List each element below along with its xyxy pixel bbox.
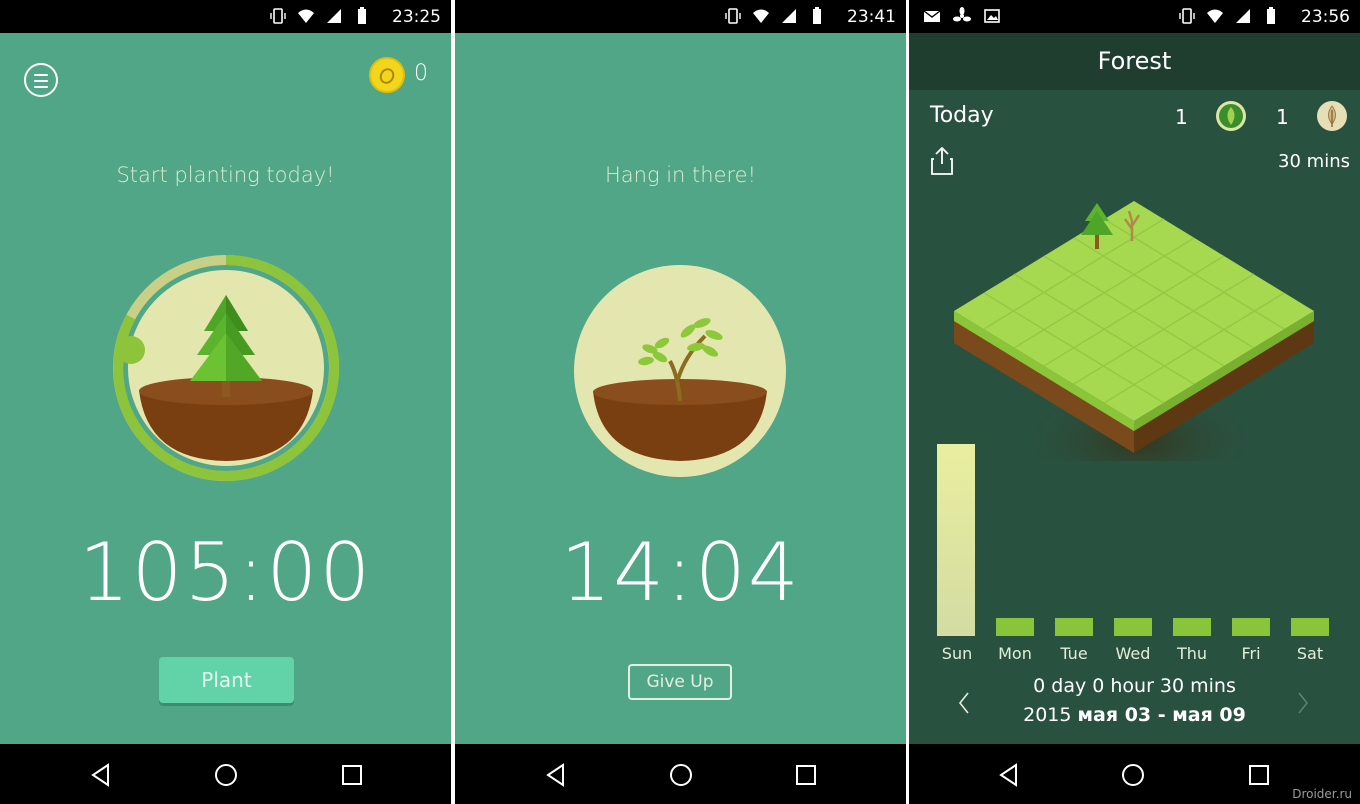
tree-timer-dial[interactable] xyxy=(100,243,350,493)
signal-icon xyxy=(1236,9,1250,23)
forest-island xyxy=(954,201,1314,461)
watermark: Droider.ru xyxy=(1292,787,1352,801)
bar-wed xyxy=(1114,618,1152,636)
wifi-icon xyxy=(298,9,314,23)
wifi-icon xyxy=(1207,9,1223,23)
bar-sun xyxy=(937,444,975,636)
recents-icon[interactable] xyxy=(1246,762,1272,788)
bar-thu xyxy=(1173,618,1211,636)
give-up-button[interactable]: Give Up xyxy=(628,664,732,700)
withered-count: 1 xyxy=(1276,105,1289,129)
headline: Start planting today! xyxy=(116,163,335,187)
back-icon[interactable] xyxy=(88,762,114,788)
signal-icon xyxy=(782,9,796,23)
battery-icon xyxy=(1267,7,1275,24)
status-time: 23:56 xyxy=(1301,7,1350,27)
home-icon[interactable] xyxy=(668,762,694,788)
forest-content: Forest Today 1 1 30 mins Sun Mon Tue Wed… xyxy=(909,33,1360,744)
signal-icon xyxy=(327,9,341,23)
battery-icon xyxy=(813,7,821,24)
back-icon[interactable] xyxy=(996,762,1022,788)
status-icons xyxy=(724,7,826,25)
growing-content: Hang in there! 14:04 Give Up xyxy=(455,33,906,744)
growing-screen: 23:41 Hang in there! 14:04 Give Up xyxy=(455,0,906,804)
mail-icon xyxy=(923,10,941,22)
day-label-sat: Sat xyxy=(1296,644,1324,663)
vibrate-icon xyxy=(1179,8,1195,24)
status-bar: 23:41 xyxy=(455,0,906,33)
day-label-sun: Sun xyxy=(941,644,973,663)
day-label-tue: Tue xyxy=(1060,644,1088,663)
wifi-icon xyxy=(753,9,769,23)
image-icon xyxy=(984,9,1000,23)
day-label-fri: Fri xyxy=(1241,644,1261,663)
summary-dates: мая 03 - мая 09 xyxy=(1077,704,1246,726)
share-icon[interactable] xyxy=(930,146,954,176)
day-label-mon: Mon xyxy=(998,644,1032,663)
timer-display: 14:04 xyxy=(560,526,801,619)
status-time: 23:25 xyxy=(392,7,441,27)
nav-bar xyxy=(0,744,451,804)
notification-icons xyxy=(923,7,1001,25)
home-icon[interactable] xyxy=(1120,762,1146,788)
healthy-tree-icon xyxy=(1216,101,1246,131)
bar-tue xyxy=(1055,618,1093,636)
plant-screen: 23:25 0 Start planting today! 105:00 Pla… xyxy=(0,0,451,804)
vibrate-icon xyxy=(270,8,286,24)
day-label-wed: Wed xyxy=(1115,644,1151,663)
timer-display: 105:00 xyxy=(78,526,373,619)
fan-icon xyxy=(953,7,971,22)
sapling-illustration xyxy=(574,265,786,477)
forest-title: Forest xyxy=(909,33,1360,90)
status-time: 23:41 xyxy=(847,7,896,27)
focus-duration: 30 mins xyxy=(1278,151,1350,172)
healthy-count: 1 xyxy=(1175,105,1188,129)
bar-mon xyxy=(996,618,1034,636)
withered-tree-icon xyxy=(1317,101,1347,131)
status-bar: 23:56 xyxy=(909,0,1360,33)
chevron-right-icon[interactable] xyxy=(1293,688,1313,718)
today-label[interactable]: Today xyxy=(930,103,994,128)
status-icons xyxy=(269,7,371,25)
back-icon[interactable] xyxy=(543,762,569,788)
headline: Hang in there! xyxy=(604,163,757,187)
status-icons xyxy=(1178,7,1280,25)
nav-bar xyxy=(455,744,906,804)
summary-year: 2015 xyxy=(1023,704,1072,726)
plant-button[interactable]: Plant xyxy=(159,657,294,703)
bar-fri xyxy=(1232,618,1270,636)
menu-icon[interactable] xyxy=(24,63,58,97)
coin-count: 0 xyxy=(414,61,428,86)
battery-icon xyxy=(358,7,366,24)
vibrate-icon xyxy=(725,8,741,24)
home-icon[interactable] xyxy=(213,762,239,788)
plant-content: 0 Start planting today! 105:00 Plant xyxy=(0,33,451,744)
status-bar: 23:25 xyxy=(0,0,451,33)
recents-icon[interactable] xyxy=(339,762,365,788)
day-label-thu: Thu xyxy=(1176,644,1208,663)
recents-icon[interactable] xyxy=(793,762,819,788)
bar-sat xyxy=(1291,618,1329,636)
forest-screen: 23:56 Forest Today 1 1 30 mins Sun Mon T… xyxy=(909,0,1360,804)
coin-icon xyxy=(369,57,405,93)
